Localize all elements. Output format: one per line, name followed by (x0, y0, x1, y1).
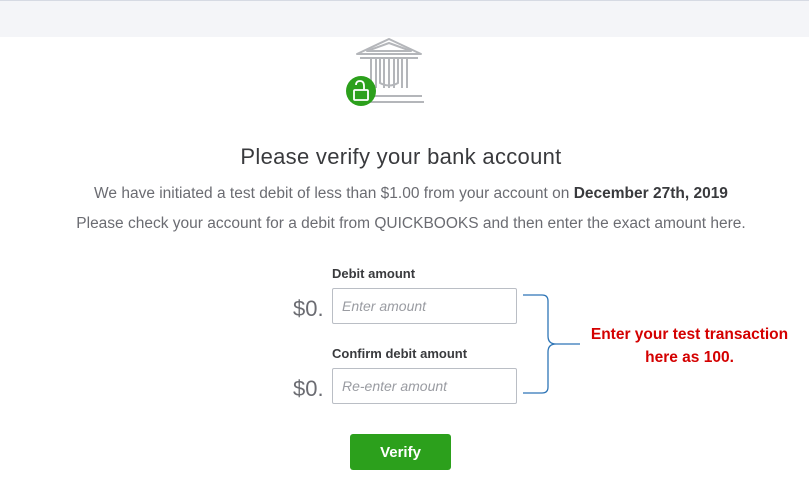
annotation-line-2: here as 100. (645, 349, 734, 366)
annotation-note: Enter your test transaction here as 100. (580, 323, 799, 369)
debit-currency-prefix: $0. (293, 296, 324, 321)
debit-date: December 27th, 2019 (573, 185, 728, 202)
bank-illustration (344, 36, 428, 108)
confirm-debit-amount-input[interactable] (332, 368, 517, 404)
debit-initiated-text: We have initiated a test debit of less t… (0, 185, 809, 203)
debit-amount-label: Debit amount (332, 266, 416, 281)
annotation-line-1: Enter your test transaction (590, 326, 789, 343)
page-title: Please verify your bank account (240, 144, 562, 169)
debit-initiated-prefix: We have initiated a test debit of less t… (94, 185, 570, 202)
instructions-text: Please check your account for a debit fr… (76, 215, 746, 232)
confirm-currency-prefix: $0. (293, 376, 324, 401)
top-band (0, 0, 809, 37)
confirm-debit-amount-label: Confirm debit amount (332, 346, 468, 361)
debit-amount-input[interactable] (332, 288, 517, 324)
curly-brace-annotation (523, 294, 580, 394)
verify-button[interactable]: Verify (350, 434, 451, 470)
unlocked-padlock-icon (346, 76, 376, 106)
